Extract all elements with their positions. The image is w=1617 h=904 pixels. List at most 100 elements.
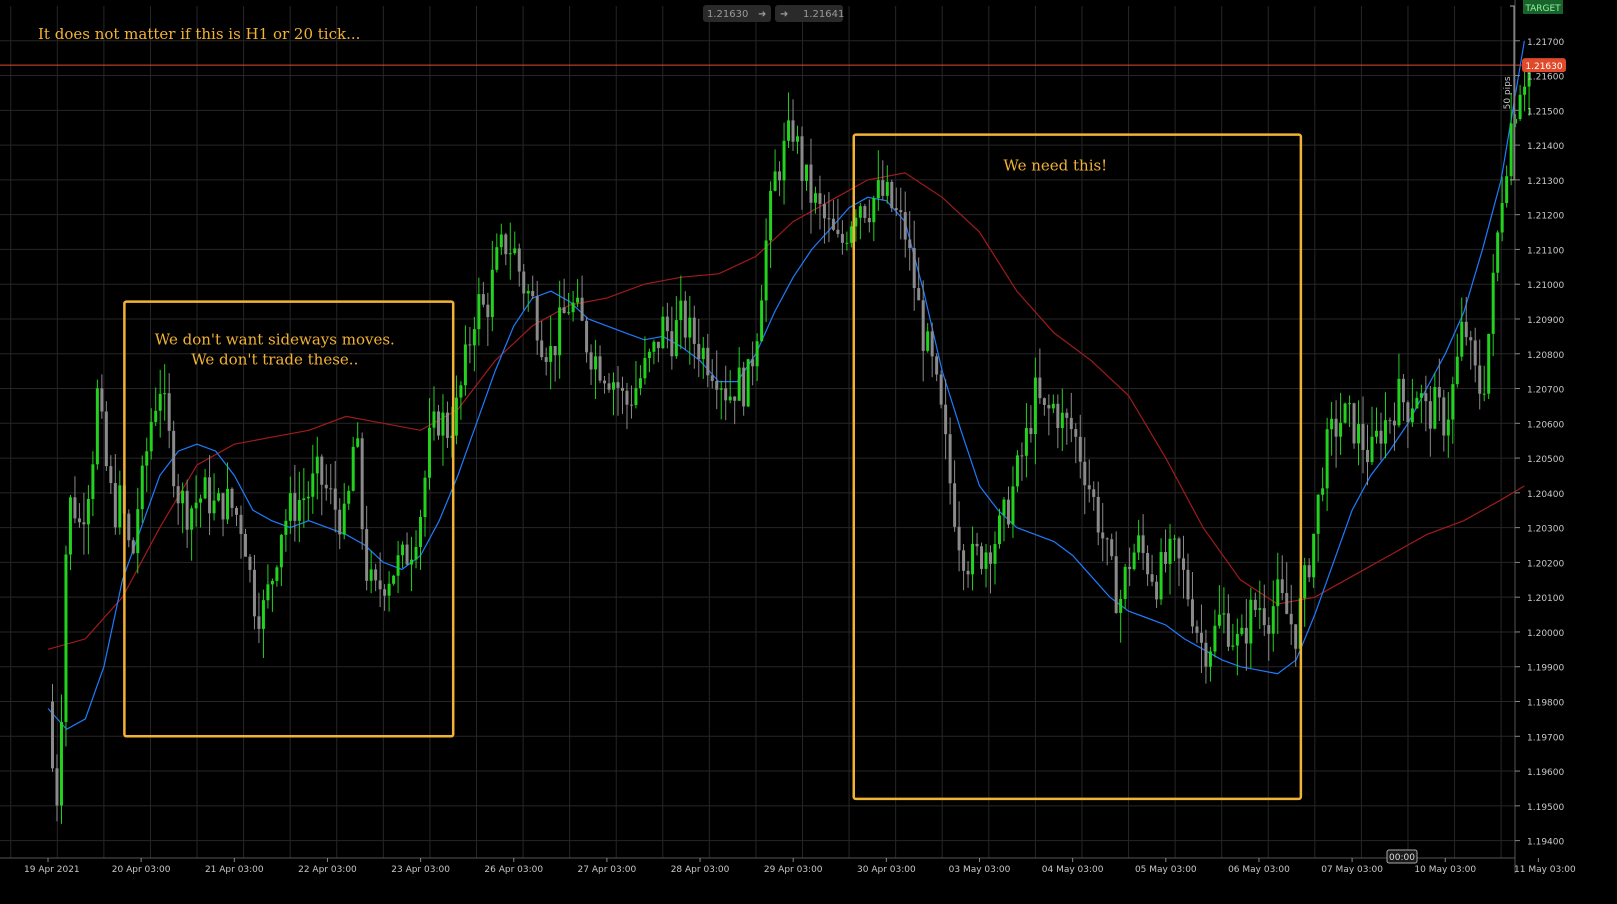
candle-body bbox=[567, 312, 571, 314]
price-tick-label: 1.21100 bbox=[1527, 246, 1564, 256]
candle-body bbox=[558, 307, 562, 356]
candle-body bbox=[1258, 608, 1262, 610]
candle-body bbox=[338, 509, 342, 535]
candle-body bbox=[1370, 436, 1374, 463]
candle-body bbox=[1397, 378, 1401, 426]
candle-body bbox=[1231, 645, 1235, 647]
candle-body bbox=[387, 583, 391, 596]
candle-body bbox=[221, 493, 225, 520]
candle-body bbox=[1271, 606, 1275, 634]
candle-body bbox=[1294, 624, 1298, 649]
candle-body bbox=[275, 567, 279, 581]
candle-body bbox=[526, 290, 530, 294]
candle-body bbox=[984, 552, 988, 569]
candle-body bbox=[1065, 412, 1069, 418]
candle-body bbox=[1141, 535, 1145, 554]
time-tick-label: 04 May 03:00 bbox=[1042, 865, 1104, 875]
candle-body bbox=[1235, 633, 1239, 646]
candle-body bbox=[953, 483, 957, 527]
annotation-text: We don't want sideways moves. bbox=[155, 331, 395, 349]
candle-body bbox=[926, 331, 930, 351]
candle-body bbox=[1186, 569, 1190, 600]
candle-body bbox=[1002, 499, 1006, 516]
candle-body bbox=[91, 464, 95, 499]
candle-body bbox=[881, 180, 885, 196]
candle-body bbox=[508, 253, 512, 255]
candle-body bbox=[1105, 538, 1109, 540]
candle-body bbox=[1437, 387, 1441, 398]
candle-body bbox=[782, 140, 786, 181]
candle-body bbox=[436, 411, 440, 436]
candle-body bbox=[903, 212, 907, 240]
candle-body bbox=[544, 357, 548, 362]
candle-body bbox=[167, 393, 171, 431]
time-tick-label: 19 Apr 2021 bbox=[24, 865, 80, 875]
candle-body bbox=[1496, 232, 1500, 273]
time-tick-label: 07 May 03:00 bbox=[1321, 865, 1383, 875]
candle-body bbox=[1244, 627, 1248, 644]
candle-body bbox=[176, 486, 180, 504]
candle-body bbox=[719, 388, 723, 390]
candle-body bbox=[427, 427, 431, 478]
candle-body bbox=[706, 347, 710, 376]
target-label: TARGET bbox=[1524, 4, 1561, 14]
price-tick-label: 1.19700 bbox=[1527, 733, 1564, 743]
candle-body bbox=[463, 344, 467, 386]
price-tick-label: 1.20500 bbox=[1527, 455, 1564, 465]
candle-body bbox=[77, 518, 81, 523]
candle-body bbox=[1006, 499, 1010, 525]
price-tick-label: 1.21600 bbox=[1527, 73, 1564, 83]
candle-body bbox=[1303, 565, 1307, 599]
candle-body bbox=[1361, 424, 1365, 450]
candle-body bbox=[203, 477, 207, 499]
candle-body bbox=[217, 493, 221, 501]
candle-body bbox=[432, 411, 436, 428]
candle-body bbox=[270, 580, 274, 585]
price-chart[interactable]: It does not matter if this is H1 or 20 t… bbox=[0, 0, 1617, 900]
candle-body bbox=[163, 393, 167, 395]
candle-body bbox=[504, 234, 508, 255]
candle-body bbox=[1262, 608, 1266, 626]
header-annotation: It does not matter if this is H1 or 20 t… bbox=[38, 25, 360, 43]
candle-body bbox=[944, 404, 948, 435]
candle-body bbox=[248, 556, 252, 570]
candle-body bbox=[917, 288, 921, 301]
candle-body bbox=[1132, 552, 1136, 570]
candle-body bbox=[459, 385, 463, 398]
candle-body bbox=[100, 388, 104, 412]
candle-body bbox=[683, 300, 687, 338]
candle-body bbox=[778, 171, 782, 181]
candle-body bbox=[589, 352, 593, 370]
time-tick-label: 23 Apr 03:00 bbox=[391, 865, 450, 875]
time-axis[interactable]: 19 Apr 2021 20 Apr 03:00 21 Apr 03:00 22 Ap… bbox=[0, 849, 1576, 875]
bid-ask-widget[interactable]: 1.21630 ➜ ➜ 1.21641 bbox=[703, 5, 844, 22]
candle-body bbox=[598, 356, 602, 381]
candle-body bbox=[1473, 340, 1477, 366]
candle-body bbox=[419, 517, 423, 547]
bid-price: 1.21630 bbox=[707, 9, 748, 20]
candle-body bbox=[95, 388, 99, 465]
candle-body bbox=[634, 388, 638, 406]
candle-body bbox=[342, 503, 346, 535]
candle-body bbox=[656, 341, 660, 349]
candle-body bbox=[1150, 574, 1154, 582]
price-tick-label: 1.21500 bbox=[1527, 107, 1564, 117]
candle-body bbox=[1208, 651, 1212, 667]
candle-body bbox=[1074, 429, 1078, 437]
candle-body bbox=[454, 397, 458, 436]
candle-body bbox=[661, 316, 665, 349]
candle-body bbox=[1119, 598, 1123, 613]
candle-body bbox=[1038, 377, 1042, 399]
candle-body bbox=[562, 307, 566, 314]
candle-body bbox=[477, 294, 481, 330]
price-tick-label: 1.19800 bbox=[1527, 699, 1564, 709]
price-tick-label: 1.20400 bbox=[1527, 490, 1564, 500]
candle-body bbox=[845, 242, 849, 244]
candle-body bbox=[885, 181, 889, 196]
candle-body bbox=[445, 412, 449, 438]
candle-body bbox=[360, 438, 364, 530]
candle-body bbox=[1222, 613, 1226, 615]
candle-body bbox=[68, 497, 72, 555]
candle-body bbox=[1217, 614, 1221, 626]
candle-body bbox=[410, 559, 414, 565]
